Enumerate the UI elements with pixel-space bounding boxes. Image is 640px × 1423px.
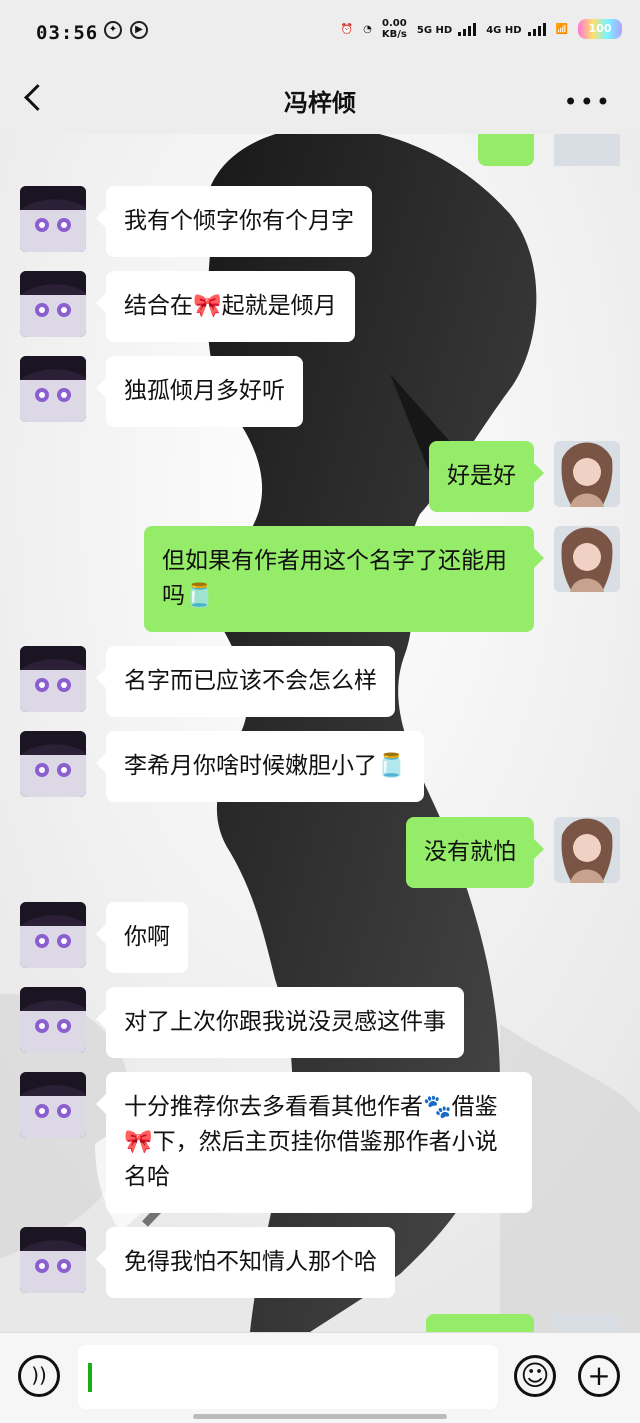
message-bubble[interactable]: 十分推荐你去多看看其他作者🐾借鉴🎀下，然后主页挂你借鉴那作者小说名哈	[96, 1072, 532, 1213]
wifi-icon: 📶	[555, 23, 568, 35]
message-bubble[interactable]: 我有个倾字你有个月字	[96, 186, 372, 257]
message-bubble[interactable]: 独孤倾月多好听	[96, 356, 303, 427]
contact-avatar[interactable]	[20, 731, 86, 797]
message-bubble[interactable]: 没有就怕	[406, 817, 544, 888]
message-bubble[interactable]: 结合在🎀起就是倾月	[96, 271, 355, 342]
status-bar: 03:56 ✦ ▶ ⏰ ◔ 0.00 KB/s 5G HD 4G HD 📶 10…	[0, 0, 640, 64]
status-right: ⏰ ◔ 0.00 KB/s 5G HD 4G HD 📶 100	[341, 18, 622, 40]
incoming-message: 独孤倾月多好听	[20, 356, 303, 427]
incoming-message: 结合在🎀起就是倾月	[20, 271, 355, 342]
user-avatar[interactable]	[554, 817, 620, 883]
emoji-icon[interactable]: ☺	[514, 1355, 556, 1397]
user-avatar[interactable]	[554, 526, 620, 592]
contact-avatar[interactable]	[20, 271, 86, 337]
incoming-message: 我有个倾字你有个月字	[20, 186, 372, 257]
sim2-signal: 4G HD	[486, 22, 546, 36]
scrolled-offscreen-outgoing-bubble	[478, 134, 534, 166]
message-bubble[interactable]: 免得我怕不知情人那个哈	[96, 1227, 395, 1298]
signal-bars-icon	[458, 22, 477, 36]
sim1-signal: 5G HD	[417, 22, 477, 36]
incoming-message: 你啊	[20, 902, 188, 973]
voice-icon[interactable]: ))	[18, 1355, 60, 1397]
outgoing-message: 但如果有作者用这个名字了还能用吗🫙	[144, 526, 620, 632]
network-speed: 0.00 KB/s	[381, 18, 407, 40]
contact-avatar[interactable]	[20, 186, 86, 252]
outgoing-message: 好是好	[429, 441, 620, 512]
message-bubble[interactable]: 名字而已应该不会怎么样	[96, 646, 395, 717]
message-bubble[interactable]: 你啊	[96, 902, 188, 973]
battery-indicator: 100	[578, 19, 622, 39]
message-bubble[interactable]: 李希月你啥时候嫩胆小了🫙	[96, 731, 424, 802]
scrolled-offscreen-avatar	[554, 134, 620, 166]
contact-avatar[interactable]	[20, 646, 86, 712]
outgoing-message: 没有就怕	[406, 817, 620, 888]
contact-avatar[interactable]	[20, 1072, 86, 1138]
home-indicator[interactable]	[193, 1414, 447, 1419]
contact-avatar[interactable]	[20, 356, 86, 422]
chat-area[interactable]: 我有个倾字你有个月字 结合在🎀起就是倾月 独孤倾月多好听 好是好 但如果有作者用…	[0, 134, 640, 1332]
message-composer: )) ☺ +	[0, 1332, 640, 1423]
plus-icon[interactable]: +	[578, 1355, 620, 1397]
speedometer-icon: ◔	[363, 23, 372, 35]
incoming-message: 李希月你啥时候嫩胆小了🫙	[20, 731, 424, 802]
scrolled-bottom-avatar	[554, 1314, 620, 1332]
scrolled-bottom-outgoing-bubble	[426, 1314, 534, 1332]
page-title: 冯梓倾	[284, 89, 356, 117]
signal-bars-icon	[527, 22, 546, 36]
message-bubble[interactable]: 但如果有作者用这个名字了还能用吗🫙	[144, 526, 544, 632]
more-options-button[interactable]: •••	[564, 88, 612, 116]
text-cursor	[88, 1363, 92, 1392]
contact-avatar[interactable]	[20, 1227, 86, 1293]
message-bubble[interactable]: 对了上次你跟我说没灵感这件事	[96, 987, 464, 1058]
incoming-message: 十分推荐你去多看看其他作者🐾借鉴🎀下，然后主页挂你借鉴那作者小说名哈	[20, 1072, 532, 1213]
contact-avatar[interactable]	[20, 987, 86, 1053]
message-bubble[interactable]: 好是好	[429, 441, 544, 512]
user-avatar[interactable]	[554, 441, 620, 507]
wechat-notification-icon: ✦	[104, 21, 122, 39]
play-notification-icon: ▶	[130, 21, 148, 39]
message-input[interactable]	[78, 1345, 498, 1409]
contact-avatar[interactable]	[20, 902, 86, 968]
incoming-message: 对了上次你跟我说没灵感这件事	[20, 987, 464, 1058]
incoming-message: 名字而已应该不会怎么样	[20, 646, 395, 717]
alarm-icon: ⏰	[340, 23, 354, 35]
status-time: 03:56	[36, 22, 99, 44]
chat-header: 冯梓倾 •••	[0, 64, 640, 134]
status-left-icons: ✦ ▶	[104, 21, 148, 39]
incoming-message: 免得我怕不知情人那个哈	[20, 1227, 395, 1298]
